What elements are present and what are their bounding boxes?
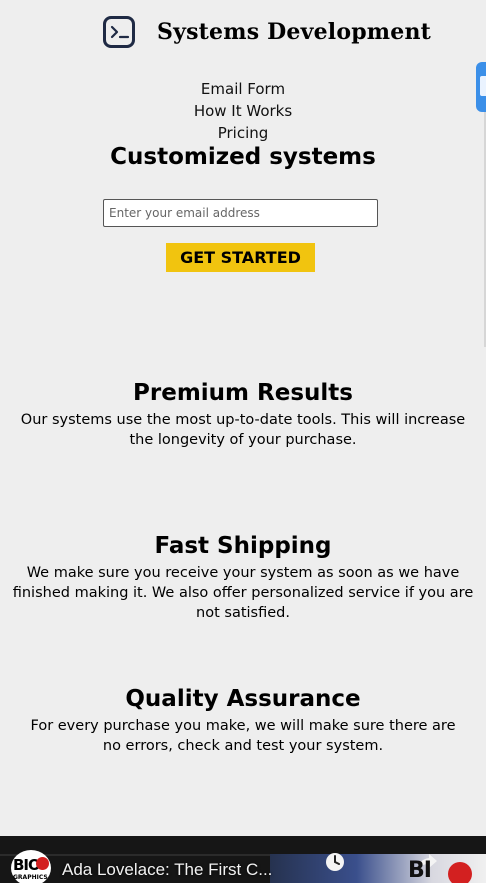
watermark-dot-icon	[448, 862, 472, 883]
brand-title: Systems Development	[157, 19, 432, 45]
channel-avatar[interactable]: BIO GRAPHICS	[11, 850, 51, 883]
feature-text: For every purchase you make, we will mak…	[30, 718, 456, 754]
feature-fast-shipping: Fast Shipping We make sure you receive y…	[0, 531, 486, 623]
nav-link-how-it-works[interactable]: How It Works	[0, 100, 486, 122]
feature-quality-assurance: Quality Assurance For every purchase you…	[0, 684, 486, 756]
video-title[interactable]: Ada Lovelace: The First C...	[62, 860, 272, 880]
channel-watermark: BI	[408, 858, 432, 883]
terminal-icon[interactable]	[103, 16, 135, 48]
channel-logo-sub: GRAPHICS	[13, 874, 48, 881]
feature-title: Fast Shipping	[154, 533, 332, 559]
watch-later-icon[interactable]	[325, 852, 345, 872]
nav-bar: Email Form How It Works Pricing	[0, 78, 486, 144]
email-input[interactable]	[103, 199, 378, 227]
feature-title: Quality Assurance	[125, 686, 361, 712]
play-icon	[36, 857, 49, 870]
feature-premium-results: Premium Results Our systems use the most…	[0, 378, 486, 450]
feature-title: Premium Results	[133, 380, 353, 406]
feature-text: Our systems use the most up-to-date tool…	[20, 412, 466, 448]
hero-title: Customized systems	[110, 144, 376, 170]
header: Systems Development	[0, 15, 486, 55]
nav-link-pricing[interactable]: Pricing	[0, 122, 486, 144]
feature-text: We make sure you receive your system as …	[12, 565, 474, 621]
get-started-button[interactable]: GET STARTED	[166, 243, 315, 272]
page: Systems Development Email Form How It Wo…	[0, 0, 486, 883]
nav-link-email-form[interactable]: Email Form	[0, 78, 486, 100]
